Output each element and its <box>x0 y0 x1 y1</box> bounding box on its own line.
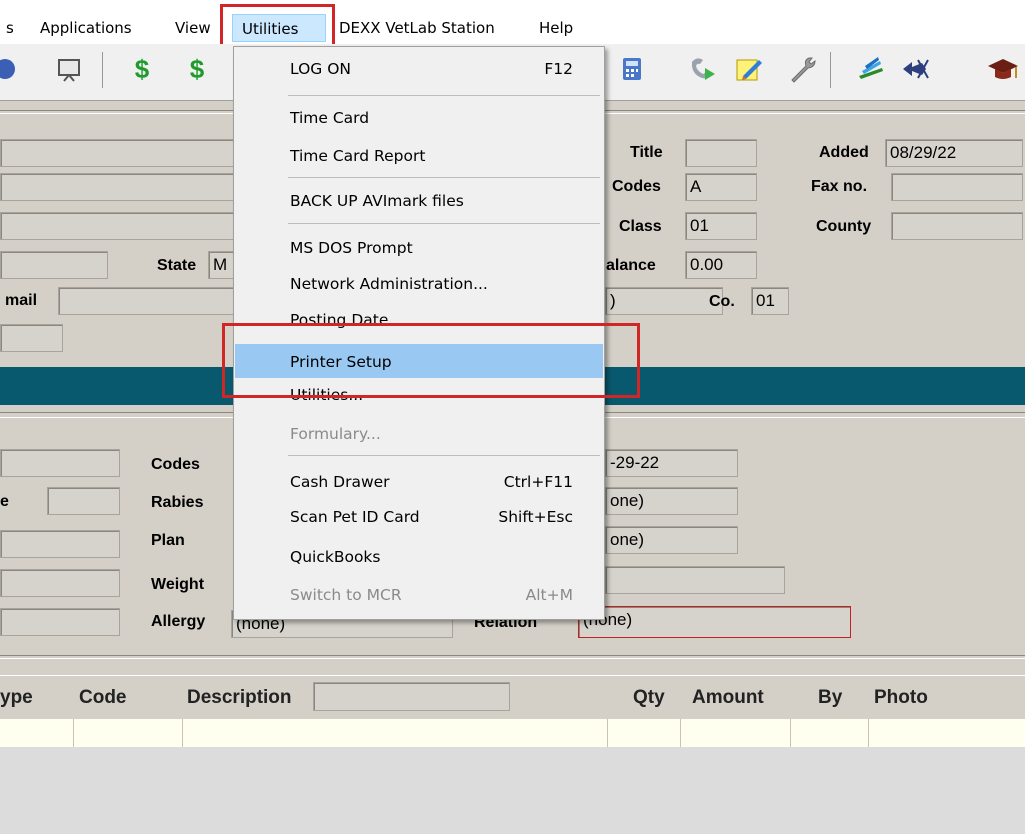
description-filter-field[interactable] <box>313 682 510 711</box>
col-qty[interactable]: Qty <box>633 687 665 709</box>
col-description[interactable]: Description <box>187 687 292 709</box>
notepad-icon[interactable] <box>732 52 766 86</box>
dollar-icon[interactable]: $ <box>125 52 159 86</box>
column-divider <box>868 719 869 747</box>
phone-icon[interactable] <box>685 52 719 86</box>
patient-species-field[interactable] <box>0 530 120 558</box>
relation-field[interactable]: (none) <box>578 606 851 638</box>
rabies-label: Rabies <box>151 494 204 511</box>
menu-applications[interactable]: Applications <box>40 19 132 37</box>
col-by[interactable]: By <box>818 687 842 709</box>
column-divider <box>790 719 791 747</box>
client-city-field[interactable] <box>0 251 108 279</box>
column-divider <box>607 719 608 747</box>
menu-item-printer-setup[interactable]: Printer Setup <box>235 344 603 378</box>
menu-bar <box>0 0 1025 44</box>
stack-icon[interactable] <box>854 52 888 86</box>
client-misc-field[interactable] <box>0 324 63 352</box>
co-label: Co. <box>709 293 735 310</box>
patient-breed-field[interactable] <box>0 569 120 597</box>
menu-item-ms-dos-prompt[interactable]: MS DOS Prompt <box>235 232 603 262</box>
email-field[interactable] <box>58 287 238 315</box>
menu-item-utilities[interactable]: Utilities... <box>235 379 603 409</box>
co-field[interactable]: 01 <box>751 287 789 315</box>
menu-help[interactable]: Help <box>539 19 573 37</box>
utilities-dropdown-menu: LOG ON F12 Time Card Time Card Report BAC… <box>233 46 605 620</box>
allergy-label: Allergy <box>151 613 206 630</box>
menu-item-posting-date[interactable]: Posting Date <box>235 304 603 334</box>
toolbar-separator <box>830 52 831 88</box>
col-photo[interactable]: Photo <box>874 687 928 709</box>
dollar-plus-icon[interactable]: $ <box>180 52 214 86</box>
client-partial-field[interactable]: ) <box>605 287 723 315</box>
menu-idexx-vetlab[interactable]: DEXX VetLab Station <box>339 19 495 37</box>
state-label: State <box>157 257 197 274</box>
column-divider <box>73 719 74 747</box>
plan-value-field[interactable]: one) <box>605 526 738 554</box>
toolbar-separator <box>102 52 103 88</box>
table-row[interactable] <box>0 719 1025 747</box>
panel-groove <box>0 655 1025 659</box>
calculator-icon[interactable] <box>615 52 649 86</box>
balance-label: alance <box>606 257 656 274</box>
age-field[interactable] <box>47 487 120 515</box>
menu-item-log-on[interactable]: LOG ON F12 <box>235 53 603 83</box>
rabies-value-field[interactable]: one) <box>605 487 738 515</box>
patient-name-field[interactable] <box>0 449 120 477</box>
title-field[interactable] <box>685 139 757 167</box>
menu-item-quickbooks[interactable]: QuickBooks <box>235 541 603 571</box>
wrench-icon[interactable] <box>786 52 820 86</box>
client-address-field[interactable] <box>0 212 240 240</box>
class-label: Class <box>619 218 662 235</box>
codes-label: Codes <box>612 178 661 195</box>
col-code[interactable]: Code <box>79 687 127 709</box>
county-field[interactable] <box>891 212 1023 240</box>
menu-view[interactable]: View <box>175 19 211 37</box>
col-amount[interactable]: Amount <box>692 687 764 709</box>
added-label: Added <box>819 144 869 161</box>
menu-separator <box>288 177 600 178</box>
patient-color-field[interactable] <box>0 608 120 636</box>
client-first-name-field[interactable] <box>0 173 240 201</box>
class-field[interactable]: 01 <box>685 212 757 240</box>
codes-field[interactable]: A <box>685 173 757 201</box>
col-type[interactable]: ype <box>0 687 33 709</box>
age-label: e <box>0 493 9 510</box>
fax-label: Fax no. <box>811 178 868 195</box>
weight-label: Weight <box>151 576 205 593</box>
column-divider <box>680 719 681 747</box>
menu-separator <box>288 223 600 224</box>
menu-item-time-card-report[interactable]: Time Card Report <box>235 140 603 170</box>
graduation-cap-icon[interactable] <box>986 52 1020 86</box>
menu-item-time-card[interactable]: Time Card <box>235 102 603 132</box>
menu-item-switch-to-mcr: Switch to MCR Alt+M <box>290 586 573 604</box>
menu-item-cash-drawer[interactable]: Cash Drawer Ctrl+F11 <box>235 466 603 496</box>
fish-icon[interactable] <box>898 52 932 86</box>
menu-partial-item[interactable]: s <box>6 19 14 37</box>
client-last-name-field[interactable] <box>0 139 240 167</box>
empty-table-area <box>0 747 1025 834</box>
county-label: County <box>816 218 872 235</box>
menu-separator <box>288 95 600 96</box>
title-label: Title <box>630 144 663 161</box>
balance-field[interactable]: 0.00 <box>685 251 757 279</box>
menu-item-network-administration[interactable]: Network Administration... <box>235 268 603 298</box>
patient-codes-label: Codes <box>151 456 200 473</box>
menu-item-formulary: Formulary... <box>290 425 381 443</box>
menu-utilities[interactable]: Utilities <box>232 14 326 42</box>
house-icon[interactable] <box>0 52 28 86</box>
added-field[interactable]: 08/29/22 <box>885 139 1023 167</box>
email-label: mail <box>5 292 38 309</box>
patient-date-field[interactable]: -29-22 <box>605 449 738 477</box>
fax-field[interactable] <box>891 173 1023 201</box>
column-divider <box>182 719 183 747</box>
menu-item-backup-avimark[interactable]: BACK UP AVImark files <box>235 185 603 215</box>
plan-label: Plan <box>151 532 185 549</box>
weight-value-field[interactable] <box>605 566 785 594</box>
monitor-icon[interactable] <box>52 52 86 86</box>
invoice-table-header <box>0 675 1025 720</box>
menu-separator <box>288 455 600 456</box>
menu-item-scan-pet-id-card[interactable]: Scan Pet ID Card Shift+Esc <box>235 501 603 531</box>
